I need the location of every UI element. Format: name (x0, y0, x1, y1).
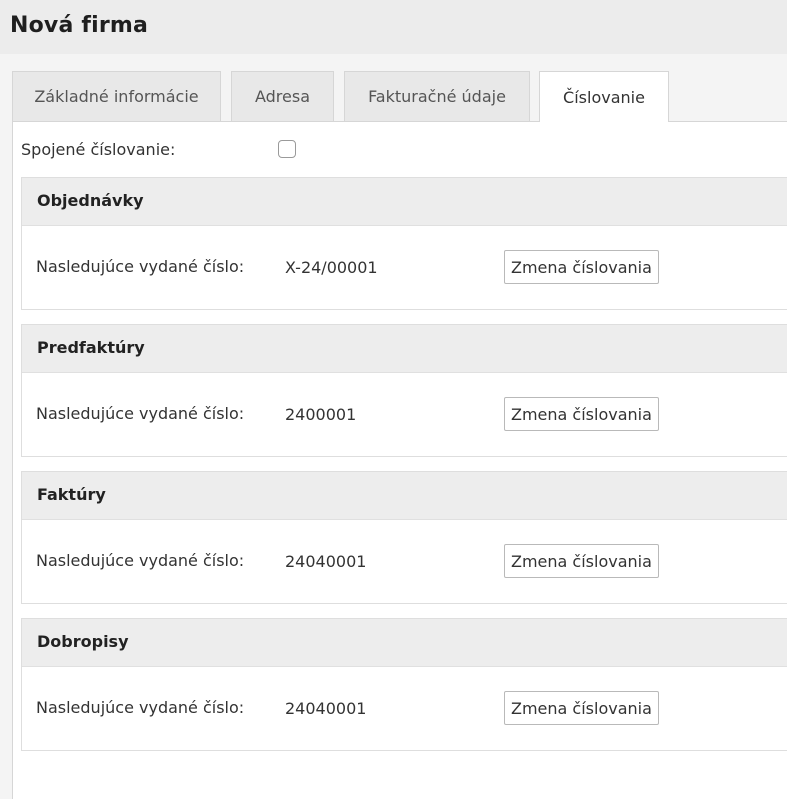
next-number-label: Nasledujúce vydané číslo: (36, 698, 245, 717)
next-number-value: 24040001 (285, 699, 367, 718)
tab-label: Adresa (254, 87, 311, 106)
next-number-label: Nasledujúce vydané číslo: (36, 404, 245, 423)
next-number-label: Nasledujúce vydané číslo: (36, 551, 245, 570)
section-title: Faktúry (37, 485, 106, 504)
section-header: Dobropisy (22, 619, 787, 667)
next-number-row: Nasledujúce vydané číslo: 24040001 Zmena… (22, 667, 787, 751)
joint-numbering-row: Spojené číslovanie: (21, 138, 721, 162)
section-title: Dobropisy (37, 632, 129, 651)
joint-numbering-checkbox[interactable] (278, 140, 296, 158)
section-title: Predfaktúry (37, 338, 145, 357)
tab-label: Číslovanie (563, 87, 645, 107)
next-number-row: Nasledujúce vydané číslo: 24040001 Zmena… (22, 520, 787, 604)
next-number-row: Nasledujúce vydané číslo: X-24/00001 Zme… (22, 226, 787, 310)
page-title: Nová firma (10, 13, 149, 38)
tab-label: Fakturačné údaje (368, 87, 506, 106)
tab-address[interactable]: Adresa (231, 71, 334, 121)
change-numbering-button[interactable]: Zmena číslovania (504, 250, 659, 284)
section-proforma-invoices: Predfaktúry Nasledujúce vydané číslo: 24… (21, 324, 787, 457)
tab-billing-info[interactable]: Fakturačné údaje (344, 71, 530, 121)
next-number-value: X-24/00001 (285, 258, 378, 277)
section-header: Objednávky (22, 178, 787, 226)
next-number-value: 2400001 (285, 405, 357, 424)
joint-numbering-label: Spojené číslovanie: (21, 140, 176, 159)
section-title: Objednávky (37, 191, 144, 210)
change-numbering-button[interactable]: Zmena číslovania (504, 397, 659, 431)
numbering-panel: Spojené číslovanie: Objednávky Nasledujú… (12, 121, 787, 799)
change-numbering-button[interactable]: Zmena číslovania (504, 544, 659, 578)
next-number-label: Nasledujúce vydané číslo: (36, 257, 245, 276)
tab-bar: Základné informácie Adresa Fakturačné úd… (12, 71, 787, 122)
tab-basic-info[interactable]: Základné informácie (12, 71, 221, 121)
section-invoices: Faktúry Nasledujúce vydané číslo: 240400… (21, 471, 787, 604)
title-bar: Nová firma (0, 0, 787, 54)
content-area: Základné informácie Adresa Fakturačné úd… (0, 54, 787, 799)
section-header: Predfaktúry (22, 325, 787, 373)
section-credit-notes: Dobropisy Nasledujúce vydané číslo: 2404… (21, 618, 787, 751)
next-number-row: Nasledujúce vydané číslo: 2400001 Zmena … (22, 373, 787, 457)
tab-label: Základné informácie (34, 87, 199, 106)
next-number-value: 24040001 (285, 552, 367, 571)
change-numbering-button[interactable]: Zmena číslovania (504, 691, 659, 725)
section-orders: Objednávky Nasledujúce vydané číslo: X-2… (21, 177, 787, 310)
tab-numbering[interactable]: Číslovanie (539, 71, 669, 122)
section-header: Faktúry (22, 472, 787, 520)
